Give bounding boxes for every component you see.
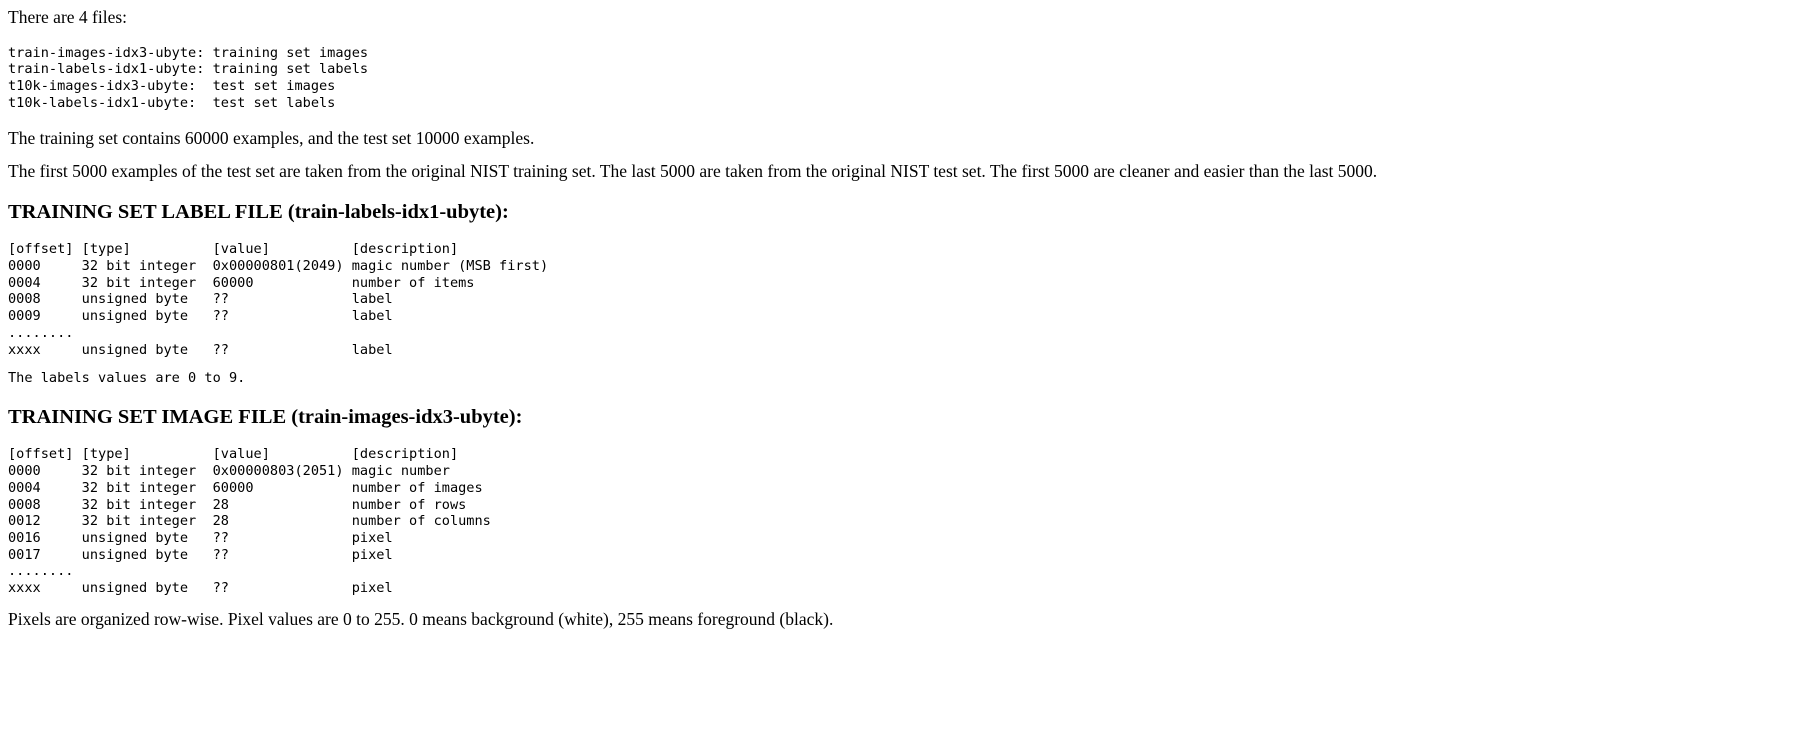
label-note-spacer (8, 358, 1795, 370)
counts-spacer (8, 149, 1795, 161)
image-table-spacer (8, 429, 1795, 446)
label-values-note: The labels values are 0 to 9. (8, 370, 246, 387)
training-set-image-file-heading: TRAINING SET IMAGE FILE (train-images-id… (8, 405, 523, 428)
image-file-table: [offset] [type] [value] [description] 00… (8, 446, 491, 597)
pixels-paragraph-spacer (8, 597, 1795, 609)
image-heading-spacer (8, 387, 1795, 406)
counts-paragraph: The training set contains 60000 examples… (8, 128, 535, 149)
intro-spacer (8, 28, 1795, 45)
top-spacer (8, 0, 1795, 7)
pixels-paragraph: Pixels are organized row-wise. Pixel val… (8, 608, 834, 629)
mnist-documentation-page: There are 4 files: train-images-idx3-uby… (0, 0, 1803, 629)
label-table-spacer (8, 224, 1795, 241)
intro-line: There are 4 files: (8, 7, 128, 27)
training-set-label-file-heading: TRAINING SET LABEL FILE (train-labels-id… (8, 200, 509, 223)
nist-paragraph: The first 5000 examples of the test set … (8, 161, 1378, 182)
label-heading-spacer (8, 182, 1795, 201)
file-list-block: train-images-idx3-ubyte: training set im… (8, 44, 369, 111)
file-list-spacer (8, 111, 1795, 128)
label-file-table: [offset] [type] [value] [description] 00… (8, 241, 549, 358)
